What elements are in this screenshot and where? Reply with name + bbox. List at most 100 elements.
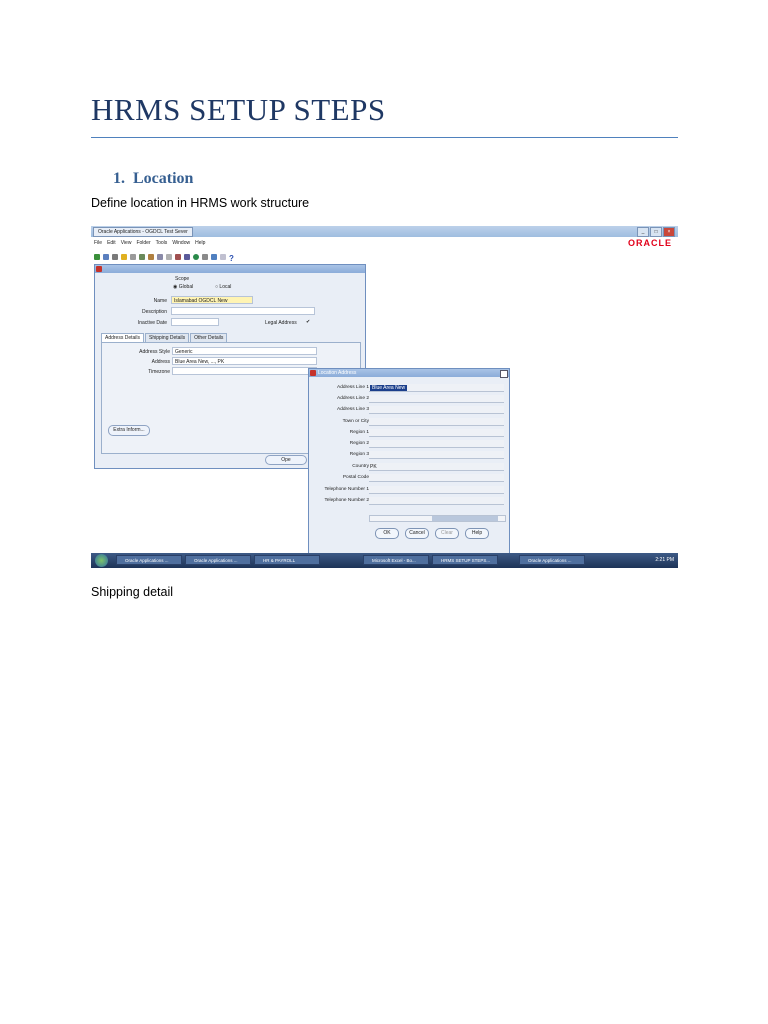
horizontal-scrollbar[interactable] xyxy=(369,515,506,522)
window-controls: _ □ × xyxy=(637,227,675,237)
tab-shipping-details[interactable]: Shipping Details xyxy=(145,333,190,342)
telephone-1-label: Telephone Number 1 xyxy=(324,487,369,492)
address-line-1-field[interactable]: Blue Area New xyxy=(369,384,504,392)
maximize-icon[interactable]: □ xyxy=(650,227,662,237)
dialog-titlebar: Location Address xyxy=(309,369,509,378)
telephone-2-row: Telephone Number 2 xyxy=(309,496,509,507)
country-label: Country xyxy=(352,464,369,469)
form-titlebar xyxy=(95,265,365,273)
name-field[interactable]: Islamabad OGDCL New xyxy=(171,296,253,304)
menu-tools[interactable]: Tools xyxy=(156,240,168,246)
region-3-field[interactable] xyxy=(369,451,504,459)
menu-edit[interactable]: Edit xyxy=(107,240,116,246)
copy-icon[interactable] xyxy=(157,253,163,260)
address-line-2-field[interactable] xyxy=(369,395,504,403)
timezone-field[interactable] xyxy=(172,367,317,375)
address-style-label: Address Style xyxy=(139,349,170,355)
oracle-screenshot: Oracle Applications - OGDCL Test Sever _… xyxy=(91,226,678,568)
region-2-field[interactable] xyxy=(369,440,504,448)
inactive-date-label: Inactive Date xyxy=(137,320,167,326)
scope-global-radio[interactable]: ◉ Global xyxy=(173,284,193,290)
inactive-date-field[interactable] xyxy=(171,318,219,326)
windows-taskbar: Oracle Applications ... Oracle Applicati… xyxy=(91,553,678,568)
close-icon[interactable]: × xyxy=(663,227,675,237)
menu-view[interactable]: View xyxy=(121,240,132,246)
start-orb-icon[interactable] xyxy=(95,554,108,567)
scope-label: Scope xyxy=(175,276,190,282)
address-field[interactable]: Blue Area New, ..., PK xyxy=(172,357,317,365)
telephone-1-field[interactable] xyxy=(369,486,504,494)
region-2-row: Region 2 xyxy=(309,439,509,450)
description-field[interactable] xyxy=(171,307,315,315)
folder-icon[interactable] xyxy=(211,253,217,260)
edit-icon[interactable] xyxy=(184,253,190,260)
legal-address-label: Legal Address xyxy=(265,320,297,326)
section-title: Location xyxy=(133,170,194,187)
scrollbar-thumb[interactable] xyxy=(432,516,498,521)
taskbar-item[interactable]: Oracle Applications ... xyxy=(185,555,251,565)
help-icon[interactable]: ? xyxy=(229,254,235,263)
postal-code-field[interactable] xyxy=(369,474,504,482)
scope-local-radio[interactable]: ○ Local xyxy=(215,284,231,290)
shipping-detail-paragraph: Shipping detail xyxy=(91,585,174,599)
ok-button[interactable]: OK xyxy=(375,528,399,539)
oracle-form-icon xyxy=(96,266,102,272)
telephone-2-label: Telephone Number 2 xyxy=(324,498,369,503)
location-address-dialog: Location Address Address Line 1 Blue Area… xyxy=(308,368,510,560)
globe-icon[interactable] xyxy=(193,253,199,260)
address-line-3-field[interactable] xyxy=(369,406,504,414)
region-3-row: Region 3 xyxy=(309,450,509,461)
paste-icon[interactable] xyxy=(166,253,172,260)
help-button[interactable]: Help xyxy=(465,528,489,539)
address-line-2-label: Address Line 2 xyxy=(337,396,369,401)
attachment-icon[interactable] xyxy=(202,253,208,260)
menu-file[interactable]: File xyxy=(94,240,102,246)
extra-information-button[interactable]: Extra Inform... xyxy=(108,425,150,436)
town-row: Town or City xyxy=(309,417,509,428)
find-icon[interactable] xyxy=(103,253,109,260)
document-title: HRMS SETUP STEPS xyxy=(91,92,386,127)
menu-window[interactable]: Window xyxy=(172,240,190,246)
description-label: Description xyxy=(141,309,167,315)
address-style-field[interactable]: Generic xyxy=(172,347,317,355)
address-line-3-row: Address Line 3 xyxy=(309,405,509,416)
new-icon[interactable] xyxy=(94,253,100,260)
oracle-logo: ORACLE xyxy=(628,238,672,248)
section-heading: 1. Location xyxy=(113,170,193,188)
cancel-button[interactable]: Cancel xyxy=(405,528,429,539)
delete-icon[interactable] xyxy=(175,253,181,260)
town-label: Town or City xyxy=(342,419,369,424)
country-field[interactable]: PK xyxy=(369,463,504,471)
print-icon[interactable] xyxy=(130,253,136,260)
region-1-label: Region 1 xyxy=(349,430,369,435)
taskbar-item[interactable]: HRMS SETUP STEPS... xyxy=(432,555,498,565)
taskbar-item[interactable]: Oracle Applications ... xyxy=(519,555,585,565)
legal-address-checkbox[interactable]: ✔ xyxy=(306,319,310,325)
toolbar: ? xyxy=(94,252,235,263)
clear-button[interactable]: Clear xyxy=(435,528,459,539)
menu-help[interactable]: Help xyxy=(195,240,205,246)
open-button[interactable]: Ope xyxy=(265,455,307,465)
title-rule xyxy=(91,137,678,138)
region-1-field[interactable] xyxy=(369,429,504,437)
taskbar-clock: 2:21 PM xyxy=(655,557,674,563)
minimize-icon[interactable]: _ xyxy=(637,227,649,237)
close-form-icon[interactable] xyxy=(139,253,145,260)
navigator-icon[interactable] xyxy=(112,253,118,260)
region-3-label: Region 3 xyxy=(349,452,369,457)
dialog-buttons: OK Cancel Clear Help xyxy=(375,528,489,539)
tab-other-details[interactable]: Other Details xyxy=(190,333,228,342)
taskbar-item[interactable]: HR & PAYROLL xyxy=(254,555,320,565)
telephone-2-field[interactable] xyxy=(369,497,504,505)
save-icon[interactable] xyxy=(121,253,127,260)
taskbar-item[interactable]: Microsoft Excel - Bo... xyxy=(363,555,429,565)
postal-code-row: Postal Code xyxy=(309,473,509,484)
menu-folder[interactable]: Folder xyxy=(136,240,150,246)
cut-icon[interactable] xyxy=(148,253,154,260)
tab-address-details[interactable]: Address Details xyxy=(101,333,145,342)
dialog-close-icon[interactable] xyxy=(500,370,508,378)
oracle-form-icon xyxy=(310,370,316,376)
town-field[interactable] xyxy=(369,418,504,426)
window-icon[interactable] xyxy=(220,253,226,260)
taskbar-item[interactable]: Oracle Applications ... xyxy=(116,555,182,565)
